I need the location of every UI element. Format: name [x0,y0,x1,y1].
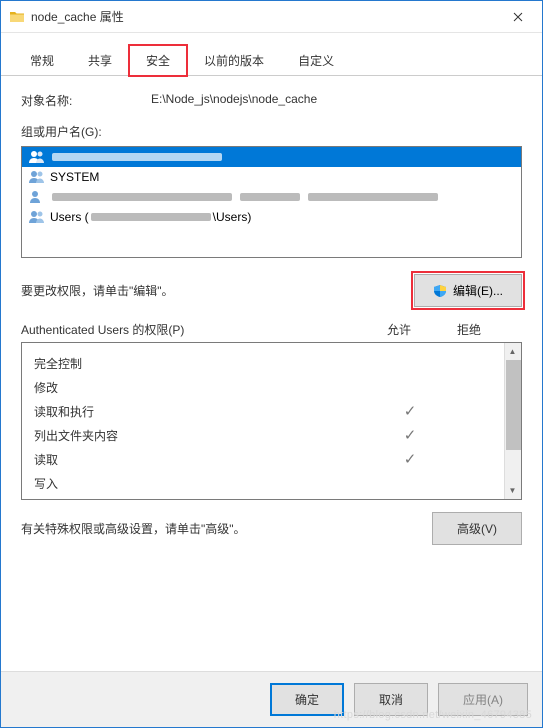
tabs: 常规 共享 安全 以前的版本 自定义 [1,33,542,76]
check-icon: ✓ [404,451,417,468]
tab-share[interactable]: 共享 [71,45,129,75]
groups-label: 组或用户名(G): [21,123,522,140]
list-item-label: \Users) [213,210,252,224]
permissions-header: Authenticated Users 的权限(P) 允许 拒绝 [21,321,522,338]
titlebar: node_cache 属性 [1,1,542,33]
col-allow: 允许 [364,321,434,338]
apply-button[interactable]: 应用(A) [438,683,528,716]
tab-security[interactable]: 安全 [129,45,187,76]
permissions-header-label: Authenticated Users 的权限(P) [21,321,364,338]
list-item-label: Users ( [50,210,89,224]
permissions-listbox[interactable]: 完全控制 修改 读取和执行✓ 列出文件夹内容✓ 读取✓ 写入 ▲ ▼ [21,342,522,500]
users-icon [28,210,46,224]
perm-row: 读取和执行✓ [34,399,515,423]
tab-previous[interactable]: 以前的版本 [187,45,281,75]
perm-row: 列出文件夹内容✓ [34,423,515,447]
list-item[interactable] [22,187,521,207]
advanced-row: 有关特殊权限或高级设置，请单击"高级"。 高级(V) [21,512,522,545]
users-icon [28,170,46,184]
perm-row: 修改 [34,375,515,399]
shield-icon [433,284,447,298]
content: 对象名称: E:\Node_js\nodejs\node_cache 组或用户名… [1,76,542,569]
scroll-down-icon[interactable]: ▼ [504,482,521,499]
user-icon [28,190,46,204]
scroll-thumb[interactable] [506,360,521,450]
check-icon: ✓ [404,427,417,444]
list-item-label: SYSTEM [50,170,99,184]
edit-button[interactable]: 编辑(E)... [414,274,522,307]
object-path: E:\Node_js\nodejs\node_cache [151,92,317,106]
groups-listbox[interactable]: SYSTEM Users ( \Users) [21,146,522,258]
tab-custom[interactable]: 自定义 [281,45,351,75]
edit-row: 要更改权限，请单击"编辑"。 编辑(E)... [21,274,522,307]
object-name-label: 对象名称: [21,92,151,109]
perm-row: 读取✓ [34,447,515,471]
tab-general[interactable]: 常规 [13,45,71,75]
footer: 确定 取消 应用(A) [1,671,542,727]
ok-button[interactable]: 确定 [270,683,344,716]
advanced-button[interactable]: 高级(V) [432,512,522,545]
list-item[interactable]: SYSTEM [22,167,521,187]
folder-icon [9,9,25,25]
close-button[interactable] [498,3,538,31]
check-icon: ✓ [404,403,417,420]
users-icon [28,150,46,164]
cancel-button[interactable]: 取消 [354,683,428,716]
object-row: 对象名称: E:\Node_js\nodejs\node_cache [21,92,522,109]
list-item[interactable] [22,147,521,167]
window-title: node_cache 属性 [31,8,498,25]
edit-hint: 要更改权限，请单击"编辑"。 [21,282,174,299]
scrollbar[interactable]: ▲ ▼ [504,343,521,499]
perm-row: 写入 [34,471,515,495]
list-item[interactable]: Users ( \Users) [22,207,521,227]
perm-row: 完全控制 [34,351,515,375]
advanced-hint: 有关特殊权限或高级设置，请单击"高级"。 [21,520,246,537]
scroll-up-icon[interactable]: ▲ [504,343,521,360]
col-deny: 拒绝 [434,321,504,338]
edit-button-label: 编辑(E)... [453,282,503,299]
